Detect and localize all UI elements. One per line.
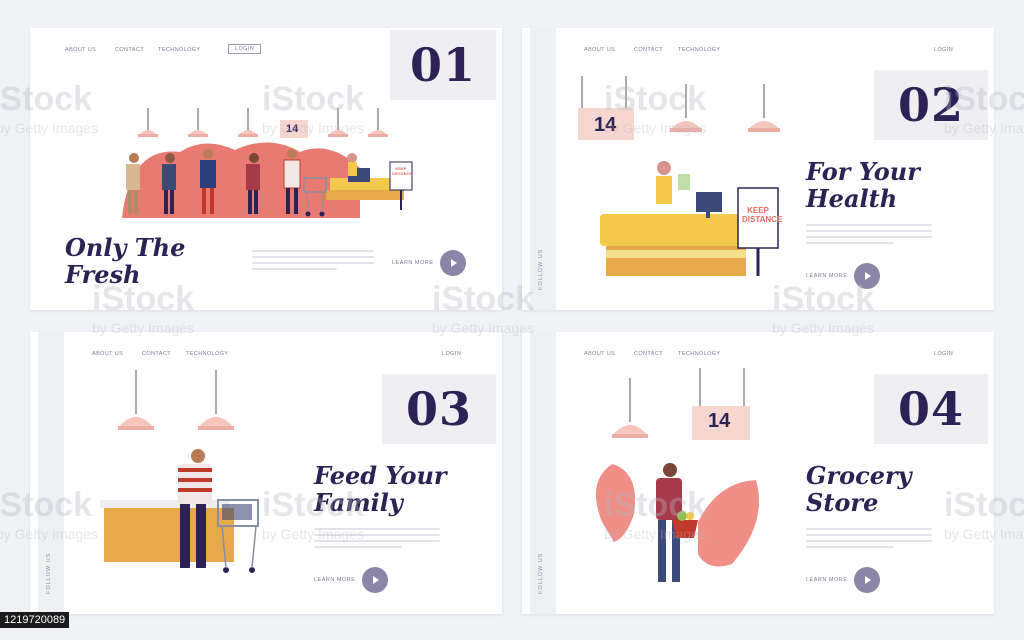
landing-card-3: FOLLOW US ABOUT US CONTACT TECHNOLOGY LO… [30,332,502,614]
description-text [314,528,440,552]
description-text [806,528,932,552]
learn-more-link[interactable]: LEARN MORE [392,260,433,266]
ceiling-lamps [138,108,388,137]
play-icon [451,259,457,267]
keep-distance-sign: KEEP DISTANCE [392,166,413,176]
play-button[interactable] [440,250,466,276]
checkout-illustration [578,76,780,276]
landing-card-4: FOLLOW US ABOUT US CONTACT TECHNOLOGY LO… [522,332,994,614]
description-text [252,250,374,274]
learn-more-link[interactable]: LEARN MORE [806,577,847,583]
description-text [806,224,932,248]
landing-card-1: ABOUT US CONTACT TECHNOLOGY LOGIN 01 14 … [30,28,502,310]
play-icon [865,272,871,280]
panel-title: Grocery Store [806,461,912,517]
queue-number-sign: 14 [286,123,299,135]
learn-more-link[interactable]: LEARN MORE [806,273,847,279]
image-id-label: 1219720089 [0,612,70,628]
basket-shopper-illustration [595,368,759,582]
keep-distance-sign: KEEP DISTANCE [742,206,783,224]
queue-number-sign: 14 [708,410,731,432]
learn-more-link[interactable]: LEARN MORE [314,577,355,583]
play-icon [865,576,871,584]
queue-number-sign: 14 [594,114,617,136]
panel-title: Only The Fresh [65,233,186,289]
landing-card-2: FOLLOW US ABOUT US CONTACT TECHNOLOGY LO… [522,28,994,310]
play-button[interactable] [362,567,388,593]
play-button[interactable] [854,567,880,593]
play-button[interactable] [854,263,880,289]
panel-title: For Your Health [806,157,920,213]
play-icon [373,576,379,584]
panel-title: Feed Your Family [314,461,447,517]
